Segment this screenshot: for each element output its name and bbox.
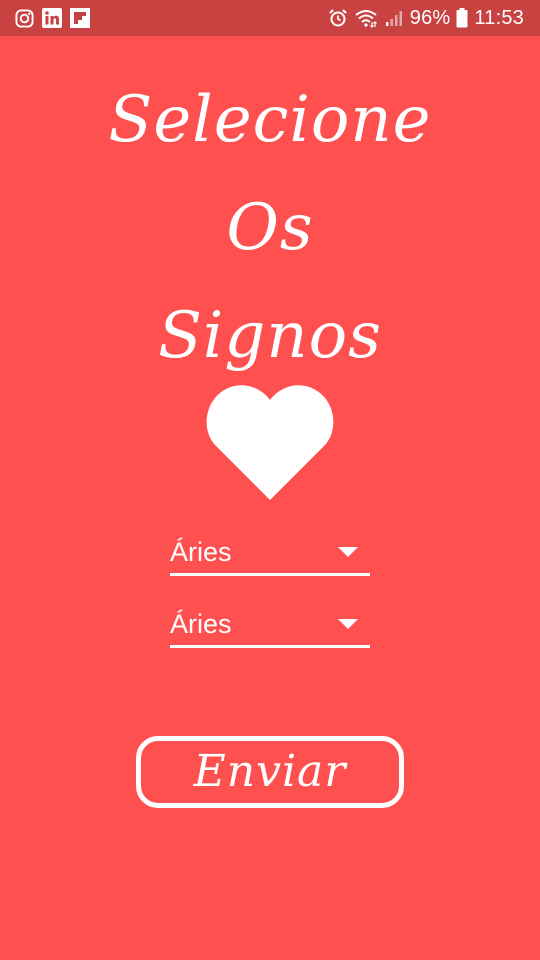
chevron-down-icon: [338, 619, 358, 629]
chevron-down-icon: [338, 547, 358, 557]
wifi-icon: [354, 8, 378, 28]
page-title: Selecione Os Signos: [0, 66, 540, 390]
clock: 11:53: [474, 6, 524, 29]
system-tray: 96% 11:53: [328, 7, 524, 30]
status-bar: 96% 11:53: [0, 0, 540, 36]
instagram-icon: [14, 8, 34, 28]
send-button-label: Enviar: [193, 746, 347, 797]
battery-percent: 96%: [409, 6, 451, 29]
linkedin-icon: [42, 8, 62, 28]
flipboard-icon: [70, 8, 90, 28]
notification-icons: [14, 8, 90, 28]
heart-icon: [206, 384, 334, 500]
title-line-1: Selecione: [108, 83, 432, 157]
battery-icon: [456, 8, 468, 28]
alarm-icon: [328, 8, 348, 28]
title-line-3: Signos: [158, 299, 382, 373]
title-line-2: Os: [226, 191, 314, 265]
signal-icon: [384, 8, 404, 28]
sign-selector-1-value: Áries: [170, 537, 232, 567]
sign-selector-1[interactable]: Áries: [170, 534, 370, 576]
sign-selector-2[interactable]: Áries: [170, 606, 370, 648]
sign-selector-2-value: Áries: [170, 609, 232, 639]
send-button[interactable]: Enviar: [136, 736, 404, 808]
